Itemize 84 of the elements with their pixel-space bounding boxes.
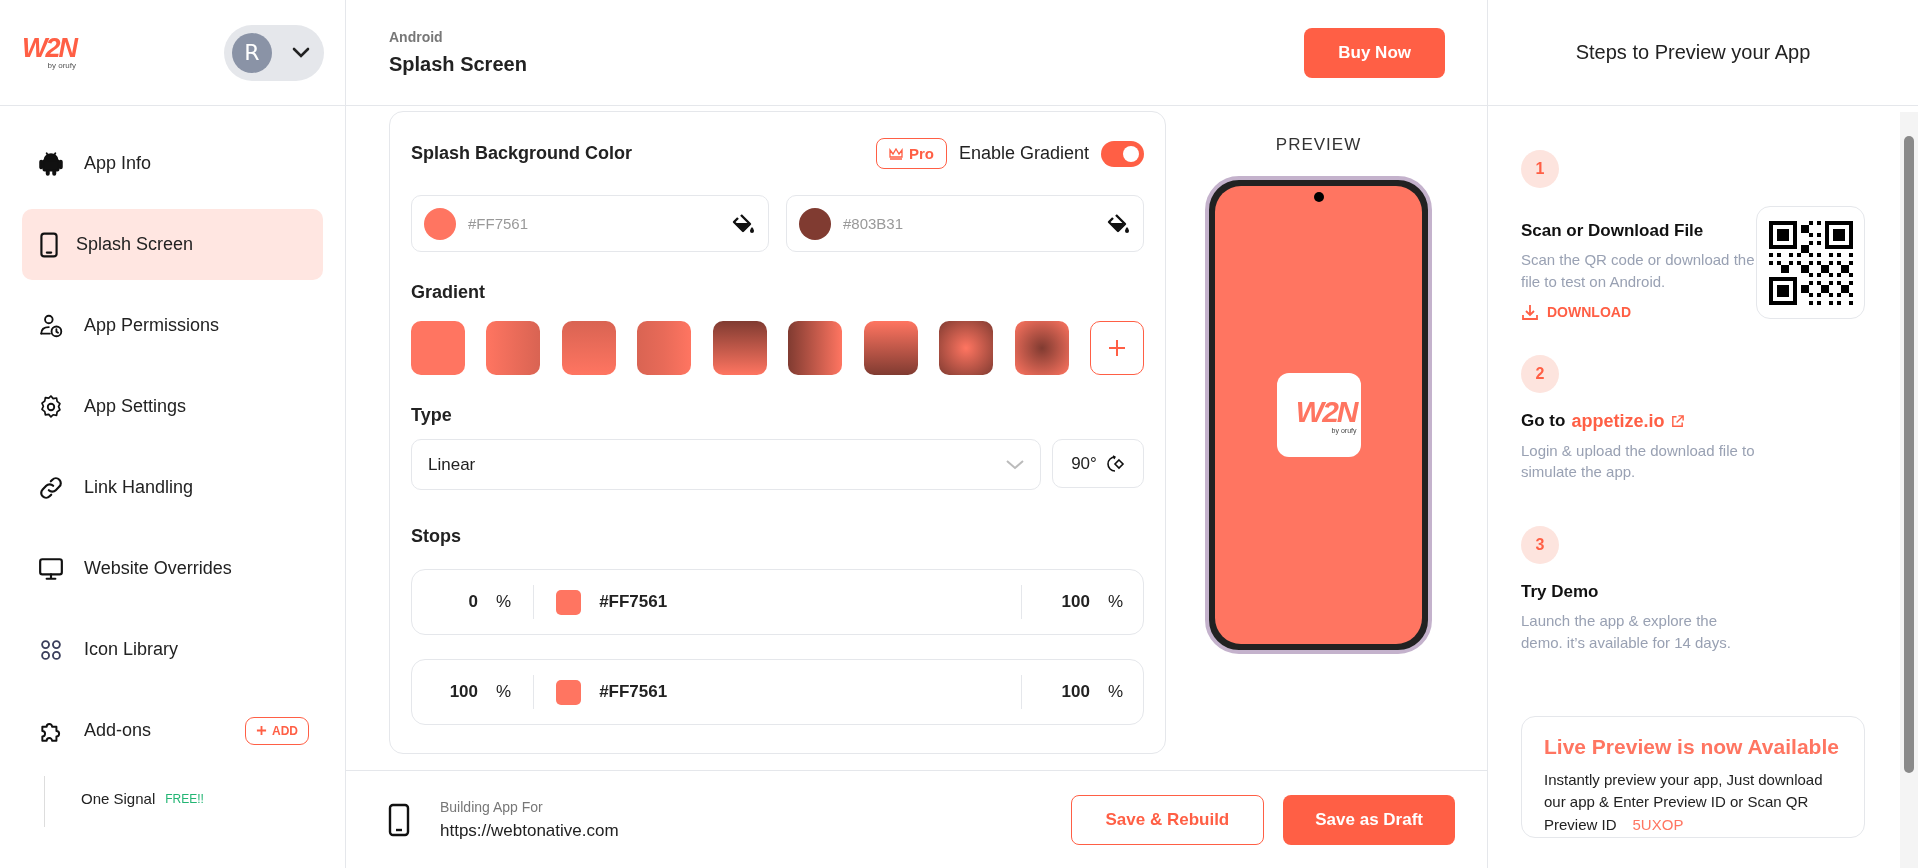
building-label: Building App For: [440, 798, 544, 815]
sidebar-item[interactable]: Icon Library: [22, 614, 323, 685]
step-title: Scan or Download File: [1521, 221, 1705, 241]
color-hex-input[interactable]: #803B31: [843, 215, 1095, 232]
gradient-swatch[interactable]: [863, 321, 918, 375]
page-title: Splash Screen: [389, 53, 527, 76]
phone-icon: [388, 802, 410, 837]
gradient-swatch[interactable]: [788, 321, 843, 375]
gradient-toggle[interactable]: [1101, 140, 1144, 167]
add-gradient-button[interactable]: [1089, 321, 1144, 375]
stop-opacity[interactable]: 100: [1043, 592, 1090, 612]
gradient-swatch[interactable]: [411, 321, 465, 375]
android-icon: [38, 150, 64, 177]
free-label: FREE!!: [165, 791, 204, 806]
stop-color-swatch[interactable]: [556, 679, 582, 705]
section-title: Type: [411, 405, 453, 426]
percent-label: %: [1107, 682, 1123, 702]
percent-label: %: [496, 682, 512, 702]
type-select[interactable]: Linear: [411, 439, 1041, 490]
gear-icon: [38, 393, 64, 420]
sidebar-subitem[interactable]: One Signal FREE!!: [81, 790, 323, 807]
gradient-swatch[interactable]: [486, 321, 541, 375]
chevron-down-icon: [1006, 459, 1024, 470]
gradient-swatch[interactable]: [561, 321, 616, 375]
preview-id-value: 5UXOP: [1632, 815, 1684, 833]
stop-color-value[interactable]: #FF7561: [599, 592, 668, 612]
gradient-swatch[interactable]: [939, 321, 994, 375]
paint-bucket-icon: [1107, 212, 1131, 235]
monitor-icon: [38, 555, 64, 582]
platform-label: Android: [389, 29, 444, 45]
download-icon: [1521, 302, 1539, 321]
step-description: Login & upload the download file to simulate the app.: [1521, 440, 1756, 483]
live-preview-text: Instantly preview your app, Just download our app & Enter Preview ID or Scan QR: [1544, 769, 1824, 812]
preview-id-label: Preview ID: [1544, 815, 1617, 833]
subitem-label: One Signal: [81, 790, 156, 807]
angle-field[interactable]: 90°: [1052, 439, 1144, 488]
section-title: Stops: [411, 526, 462, 547]
plus-icon: [1107, 339, 1126, 357]
preview-title: PREVIEW: [1275, 135, 1362, 155]
gradient-swatch[interactable]: [637, 321, 692, 375]
step-title: Go to: [1521, 411, 1566, 431]
logo[interactable]: W2N by orufy: [22, 35, 76, 70]
stop-color-swatch[interactable]: [556, 589, 582, 615]
percent-label: %: [496, 592, 512, 612]
external-link-icon[interactable]: [1670, 413, 1686, 429]
chevron-down-icon: [292, 46, 310, 59]
link-icon: [38, 474, 64, 501]
panel-title: Steps to Preview your App: [1488, 0, 1918, 106]
rotate-icon: [1106, 454, 1125, 473]
percent-label: %: [1107, 592, 1123, 612]
stop-position[interactable]: 0: [432, 592, 478, 612]
sidebar-item[interactable]: App Info: [22, 128, 323, 199]
step-number: 2: [1521, 354, 1559, 393]
toggle-label: Enable Gradient: [958, 143, 1089, 164]
color-field[interactable]: #803B31: [786, 195, 1144, 252]
sidebar-item[interactable]: Link Handling: [22, 452, 323, 523]
avatar: R: [232, 32, 272, 73]
section-title: Gradient: [411, 282, 486, 303]
sidebar-item[interactable]: App Permissions: [22, 290, 323, 361]
step-number: 1: [1521, 150, 1559, 188]
step-number: 3: [1521, 526, 1559, 564]
camera-dot: [1313, 192, 1324, 202]
stop-opacity[interactable]: 100: [1043, 682, 1090, 702]
gradient-swatch[interactable]: [1014, 321, 1069, 375]
color-field[interactable]: #FF7561: [411, 195, 769, 252]
stop-position[interactable]: 100: [432, 682, 478, 702]
step-description: Scan the QR code or download the file to test on Android.: [1521, 250, 1756, 292]
section-title: Splash Background Color: [411, 143, 633, 164]
website-url: https://webtonative.com: [440, 820, 620, 841]
paint-bucket-icon: [732, 212, 756, 235]
sidebar-item[interactable]: Add-ons ADD: [22, 695, 323, 766]
gradient-swatch[interactable]: [712, 321, 767, 375]
step-title: Try Demo: [1521, 582, 1600, 602]
step-description: Launch the app & explore the demo. it’s available for 14 days.: [1521, 611, 1732, 653]
color-hex-input[interactable]: #FF7561: [468, 215, 720, 232]
live-preview-title: Live Preview is now Available: [1544, 734, 1840, 759]
scrollbar[interactable]: [1900, 112, 1918, 868]
pro-badge: Pro: [875, 138, 947, 169]
sidebar-item[interactable]: Website Overrides: [22, 533, 323, 604]
plus-icon: [256, 725, 267, 736]
stop-color-value[interactable]: #FF7561: [599, 682, 668, 702]
crown-icon: [888, 147, 903, 160]
sidebar-item[interactable]: Splash Screen: [22, 209, 323, 280]
sidebar-item[interactable]: App Settings: [22, 371, 323, 442]
